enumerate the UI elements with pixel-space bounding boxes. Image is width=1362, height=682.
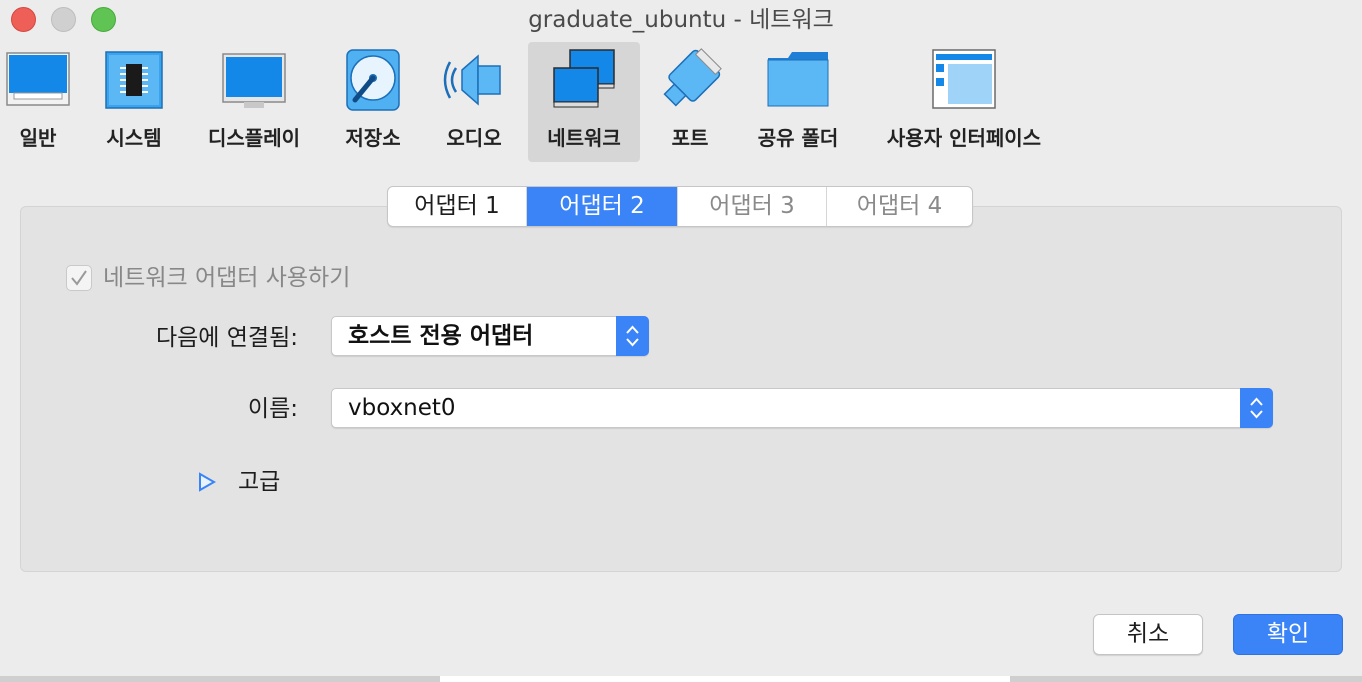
toolbar-label-display: 디스플레이 bbox=[208, 126, 300, 150]
checkmark-icon bbox=[71, 270, 87, 286]
window-title: graduate_ubuntu - 네트워크 bbox=[528, 7, 834, 33]
attached-to-chevron[interactable] bbox=[616, 316, 649, 356]
system-chip-icon bbox=[105, 51, 163, 109]
toolbar-item-network[interactable]: 네트워크 bbox=[528, 42, 640, 162]
attached-to-value: 호스트 전용 어댑터 bbox=[348, 323, 534, 349]
adapter-tabs: 어댑터 1 어댑터 2 어댑터 3 어댑터 4 bbox=[387, 186, 973, 227]
name-label: 이름: bbox=[247, 396, 298, 422]
name-chevron[interactable] bbox=[1240, 388, 1273, 428]
name-value: vboxnet0 bbox=[348, 395, 456, 421]
toolbar-label-system: 시스템 bbox=[106, 126, 162, 150]
toolbar-item-display[interactable]: 디스플레이 bbox=[196, 42, 312, 162]
background-window-strip bbox=[0, 676, 1362, 682]
shared-folder-icon bbox=[767, 52, 829, 107]
toolbar-item-ports[interactable]: 포트 bbox=[654, 42, 726, 162]
tab-adapter-2[interactable]: 어댑터 2 bbox=[527, 187, 678, 226]
user-interface-icon bbox=[932, 49, 996, 109]
background-window-fragment bbox=[440, 676, 1010, 682]
toolbar-item-system[interactable]: 시스템 bbox=[96, 42, 172, 162]
toolbar-label-audio: 오디오 bbox=[446, 126, 502, 150]
ports-connector-icon bbox=[663, 48, 722, 107]
tab-adapter-3[interactable]: 어댑터 3 bbox=[678, 187, 827, 226]
ok-button[interactable]: 확인 bbox=[1233, 614, 1343, 655]
toolbar-label-storage: 저장소 bbox=[345, 126, 401, 150]
toolbar-label-shared-folders: 공유 폴더 bbox=[757, 126, 839, 150]
chevron-up-down-icon bbox=[626, 325, 639, 347]
cancel-button[interactable]: 취소 bbox=[1093, 614, 1203, 655]
tab-adapter-1[interactable]: 어댑터 1 bbox=[388, 187, 527, 226]
enable-adapter-checkbox[interactable] bbox=[66, 265, 92, 291]
enable-adapter-label: 네트워크 어댑터 사용하기 bbox=[103, 265, 351, 291]
settings-toolbar: 일반 시스템 디스플레이 저장소 오디오 네트워크 포트 공유 폴더 사용자 인… bbox=[0, 40, 1362, 162]
display-monitor-icon bbox=[222, 53, 286, 108]
title-bar: graduate_ubuntu - 네트워크 bbox=[0, 0, 1362, 40]
chevron-up-down-icon bbox=[1250, 397, 1263, 419]
general-icon bbox=[6, 52, 70, 106]
toolbar-item-storage[interactable]: 저장소 bbox=[334, 42, 412, 162]
toolbar-item-audio[interactable]: 오디오 bbox=[434, 42, 514, 162]
toolbar-item-general[interactable]: 일반 bbox=[0, 42, 76, 162]
toolbar-label-ports: 포트 bbox=[671, 126, 709, 150]
name-select[interactable]: vboxnet0 bbox=[331, 388, 1273, 428]
toolbar-label-user-interface: 사용자 인터페이스 bbox=[886, 126, 1042, 150]
tab-adapter-4[interactable]: 어댑터 4 bbox=[827, 187, 972, 226]
toolbar-item-shared-folders[interactable]: 공유 폴더 bbox=[746, 42, 850, 162]
toolbar-label-general: 일반 bbox=[19, 126, 57, 150]
audio-speaker-icon bbox=[443, 54, 501, 106]
attached-to-select[interactable]: 호스트 전용 어댑터 bbox=[331, 316, 649, 356]
attached-to-label: 다음에 연결됨: bbox=[155, 325, 298, 351]
network-icon bbox=[553, 49, 615, 108]
storage-disk-icon bbox=[346, 49, 400, 111]
disclosure-triangle-icon[interactable] bbox=[198, 472, 216, 492]
advanced-label[interactable]: 고급 bbox=[238, 467, 280, 497]
toolbar-item-user-interface[interactable]: 사용자 인터페이스 bbox=[874, 42, 1054, 162]
toolbar-label-network: 네트워크 bbox=[547, 126, 621, 150]
